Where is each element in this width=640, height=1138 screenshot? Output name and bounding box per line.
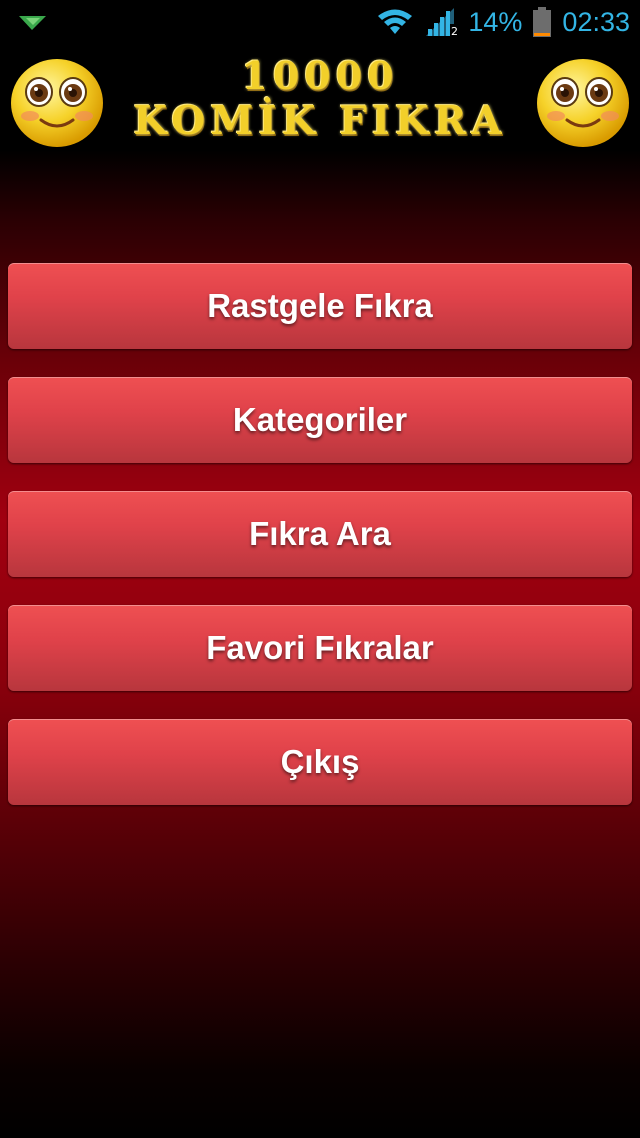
notification-icon [19, 16, 46, 30]
logo-line-1: 10000 [241, 53, 399, 98]
favorite-jokes-button[interactable]: Favori Fıkralar [8, 605, 632, 691]
categories-button[interactable]: Kategoriler [8, 377, 632, 463]
signal-icon: 2 [426, 8, 459, 38]
search-joke-button[interactable]: Fıkra Ara [8, 491, 632, 577]
app-logo-title: 10000 KOMİK FIKRA [120, 54, 520, 150]
status-icons: 2 14% 02:33 [376, 0, 630, 44]
battery-percent: 14% [468, 7, 523, 37]
random-joke-button[interactable]: Rastgele Fıkra [8, 263, 632, 349]
wifi-icon [378, 9, 413, 34]
clock: 02:33 [562, 7, 630, 37]
main-menu: Rastgele Fıkra Kategoriler Fıkra Ara Fav… [8, 263, 632, 833]
svg-text:2: 2 [451, 25, 458, 38]
battery-icon [533, 7, 552, 37]
exit-button[interactable]: Çıkış [8, 719, 632, 805]
app-header: 10000 KOMİK FIKRA [0, 44, 640, 160]
status-bar: 2 14% 02:33 [0, 0, 640, 44]
smiley-icon [11, 59, 103, 147]
smiley-icon [537, 59, 629, 147]
logo-line-2: KOMİK FIKRA [133, 98, 507, 144]
